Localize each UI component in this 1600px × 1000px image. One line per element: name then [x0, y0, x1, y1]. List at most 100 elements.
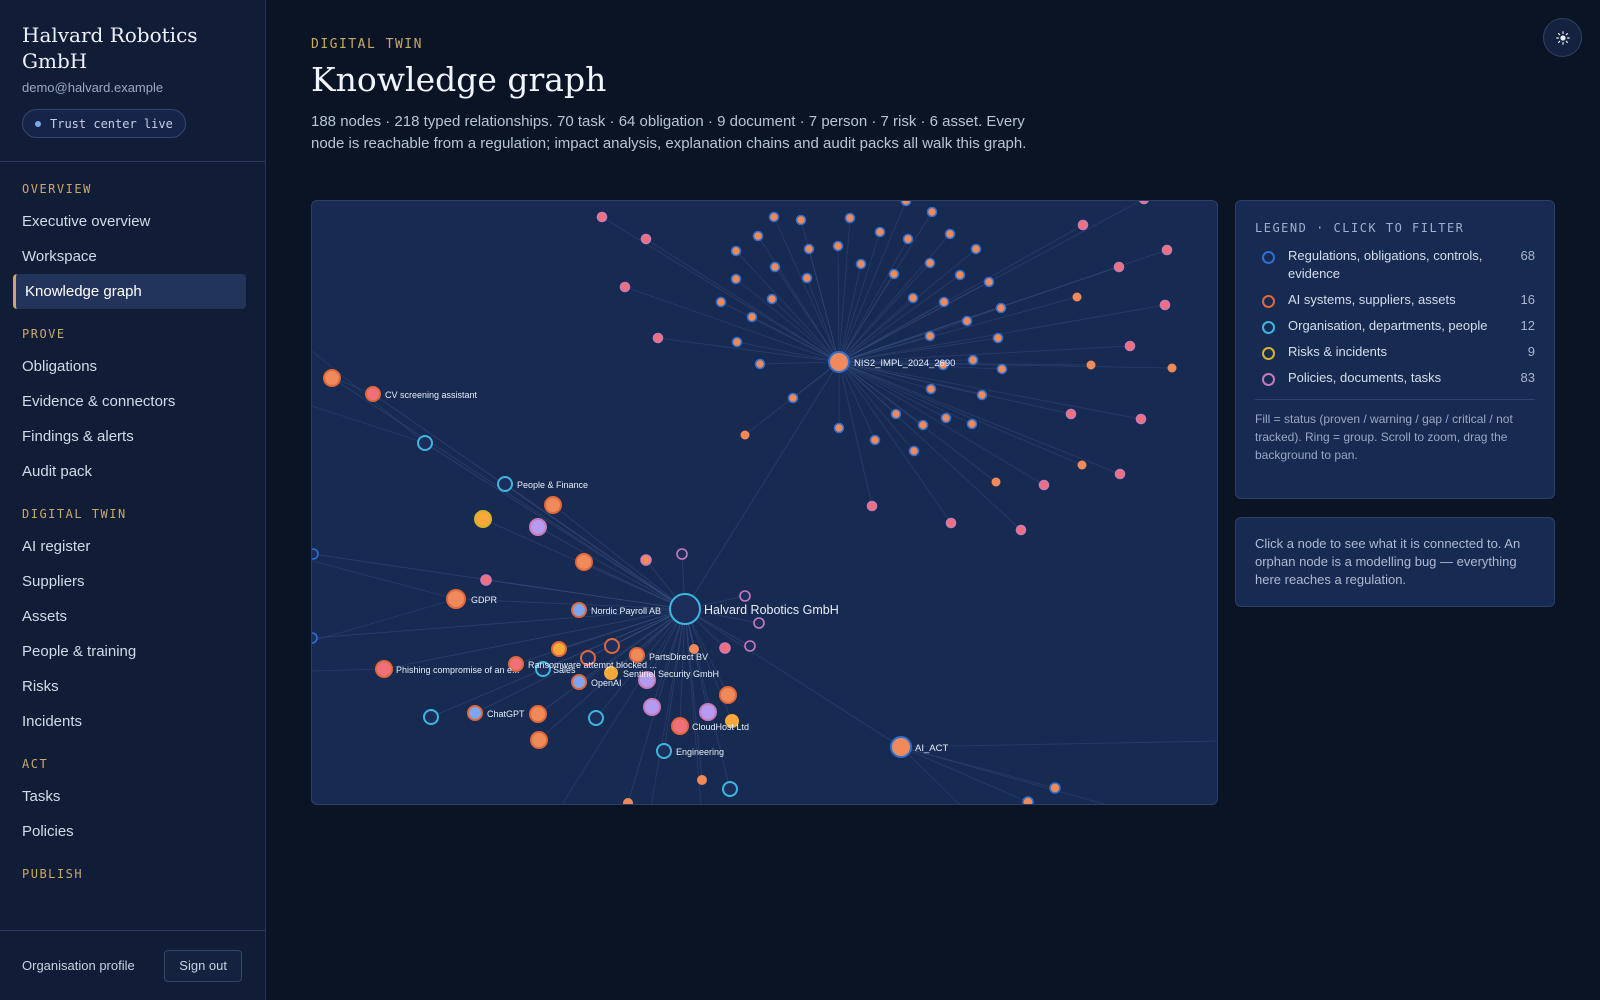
graph-node[interactable]: [1114, 468, 1126, 480]
graph-node[interactable]: [575, 553, 593, 571]
graph-node[interactable]: [907, 292, 919, 304]
graph-node[interactable]: [902, 233, 914, 245]
organisation-hub-node[interactable]: [669, 593, 701, 625]
graph-node[interactable]: [832, 240, 844, 252]
graph-node[interactable]: [992, 332, 1004, 344]
graph-node[interactable]: [497, 476, 513, 492]
graph-node[interactable]: [908, 445, 920, 457]
graph-node[interactable]: [423, 709, 439, 725]
graph-node[interactable]: [375, 660, 393, 678]
graph-node[interactable]: [544, 496, 562, 514]
graph-node[interactable]: [967, 354, 979, 366]
graph-node[interactable]: [1072, 292, 1082, 302]
graph-node[interactable]: [752, 230, 764, 242]
graph-node[interactable]: [924, 257, 936, 269]
graph-node[interactable]: [944, 228, 956, 240]
sidebar-item-incidents[interactable]: Incidents: [0, 704, 251, 739]
graph-node[interactable]: [833, 422, 845, 434]
graph-node[interactable]: [961, 315, 973, 327]
graph-node[interactable]: [855, 258, 867, 270]
graph-node[interactable]: [970, 243, 982, 255]
graph-node[interactable]: [715, 296, 727, 308]
sidebar-item-policies[interactable]: Policies: [0, 814, 251, 849]
graph-node[interactable]: [954, 269, 966, 281]
organisation-profile-link[interactable]: Organisation profile: [22, 958, 135, 973]
graph-node[interactable]: [1038, 479, 1050, 491]
graph-node[interactable]: [312, 548, 319, 560]
graph-node[interactable]: [983, 276, 995, 288]
graph-node[interactable]: [1077, 219, 1089, 231]
trust-center-badge[interactable]: Trust center live: [22, 109, 186, 138]
graph-node[interactable]: [1086, 360, 1096, 370]
graph-node[interactable]: [787, 392, 799, 404]
sidebar-item-obligations[interactable]: Obligations: [0, 349, 251, 384]
graph-node[interactable]: [676, 548, 688, 560]
graph-node[interactable]: [869, 434, 881, 446]
graph-node[interactable]: [976, 389, 988, 401]
graph-node[interactable]: [801, 272, 813, 284]
graph-node[interactable]: [746, 311, 758, 323]
graph-node[interactable]: [446, 589, 466, 609]
graph-node[interactable]: [417, 435, 433, 451]
graph-node[interactable]: [571, 602, 587, 618]
graph-node[interactable]: [1022, 796, 1034, 805]
graph-node[interactable]: [551, 641, 567, 657]
graph-node[interactable]: [995, 302, 1007, 314]
graph-node[interactable]: [1135, 413, 1147, 425]
sidebar-item-audit-pack[interactable]: Audit pack: [0, 454, 251, 489]
sign-out-button[interactable]: Sign out: [164, 949, 242, 982]
graph-node[interactable]: [571, 674, 587, 690]
graph-node[interactable]: [1077, 460, 1087, 470]
graph-node[interactable]: [719, 686, 737, 704]
graph-node[interactable]: [1124, 340, 1136, 352]
graph-node[interactable]: [1161, 244, 1173, 256]
graph-node[interactable]: [730, 245, 742, 257]
sidebar-item-people-training[interactable]: People & training: [0, 634, 251, 669]
graph-node[interactable]: [619, 281, 631, 293]
sidebar-item-risks[interactable]: Risks: [0, 669, 251, 704]
graph-node[interactable]: [991, 477, 1001, 487]
graph-node[interactable]: [740, 430, 750, 440]
graph-node[interactable]: [744, 640, 756, 652]
legend-filter-item[interactable]: Organisation, departments, people 12: [1255, 317, 1535, 335]
graph-node[interactable]: [900, 201, 912, 207]
graph-node[interactable]: [769, 261, 781, 273]
graph-node[interactable]: [1113, 261, 1125, 273]
graph-node[interactable]: [365, 386, 381, 402]
graph-node[interactable]: [940, 412, 952, 424]
graph-node[interactable]: [474, 510, 492, 528]
graph-node[interactable]: [529, 705, 547, 723]
graph-node[interactable]: [966, 418, 978, 430]
graph-node[interactable]: [925, 383, 937, 395]
knowledge-graph-canvas[interactable]: Halvard Robotics GmbH NIS2_IMPL_2024_2690…: [311, 200, 1218, 805]
graph-node[interactable]: [844, 212, 856, 224]
graph-node[interactable]: [623, 798, 633, 805]
graph-node[interactable]: [480, 574, 492, 586]
graph-node[interactable]: [656, 743, 672, 759]
graph-node[interactable]: [766, 293, 778, 305]
legend-filter-item[interactable]: Regulations, obligations, controls, evid…: [1255, 247, 1535, 283]
legend-filter-item[interactable]: Risks & incidents 9: [1255, 343, 1535, 361]
graph-node[interactable]: [924, 330, 936, 342]
graph-node[interactable]: [938, 296, 950, 308]
legend-filter-item[interactable]: Policies, documents, tasks 83: [1255, 369, 1535, 387]
sidebar-item-findings-alerts[interactable]: Findings & alerts: [0, 419, 251, 454]
graph-node[interactable]: [323, 369, 341, 387]
graph-node[interactable]: [467, 705, 483, 721]
graph-node[interactable]: [1065, 408, 1077, 420]
graph-node[interactable]: [866, 500, 878, 512]
sidebar-item-tasks[interactable]: Tasks: [0, 779, 251, 814]
graph-node[interactable]: [643, 698, 661, 716]
legend-filter-item[interactable]: AI systems, suppliers, assets 16: [1255, 291, 1535, 309]
graph-node[interactable]: [699, 703, 717, 721]
graph-node[interactable]: [722, 781, 738, 797]
graph-node[interactable]: [754, 358, 766, 370]
graph-node[interactable]: [803, 243, 815, 255]
graph-node[interactable]: [926, 206, 938, 218]
graph-node[interactable]: [1159, 299, 1171, 311]
ai-act-regulation-node[interactable]: [890, 736, 912, 758]
sidebar-item-workspace[interactable]: Workspace: [0, 239, 251, 274]
graph-node[interactable]: [1139, 201, 1149, 205]
graph-node[interactable]: [1049, 782, 1061, 794]
graph-node[interactable]: [697, 775, 707, 785]
